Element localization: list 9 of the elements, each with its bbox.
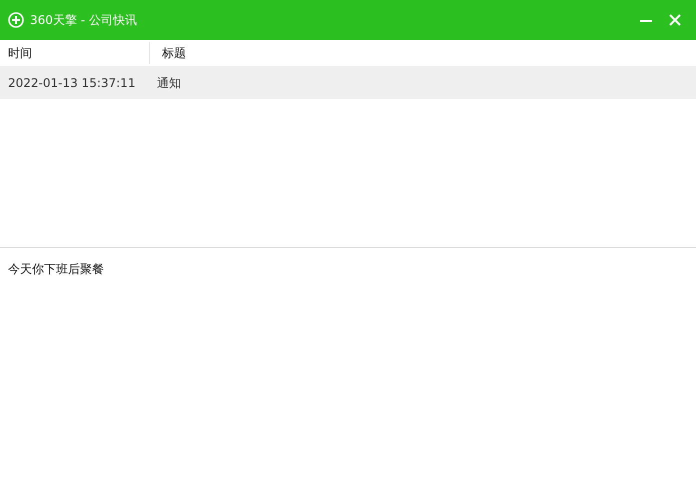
- title-cell-text: 通知: [156, 74, 181, 92]
- message-text: 今天你下班后聚餐: [8, 262, 104, 276]
- column-header[interactable]: 时间: [0, 42, 150, 64]
- app-logo-icon: [8, 12, 24, 28]
- table-row[interactable]: 2022-01-13 15:37:11 通知: [0, 66, 696, 99]
- time-cell-text: 2022-01-13 15:37:11: [7, 74, 136, 92]
- window-title: 360天擎 - 公司快讯: [30, 12, 137, 29]
- column-header[interactable]: 标题: [150, 42, 186, 64]
- close-icon: [669, 14, 681, 26]
